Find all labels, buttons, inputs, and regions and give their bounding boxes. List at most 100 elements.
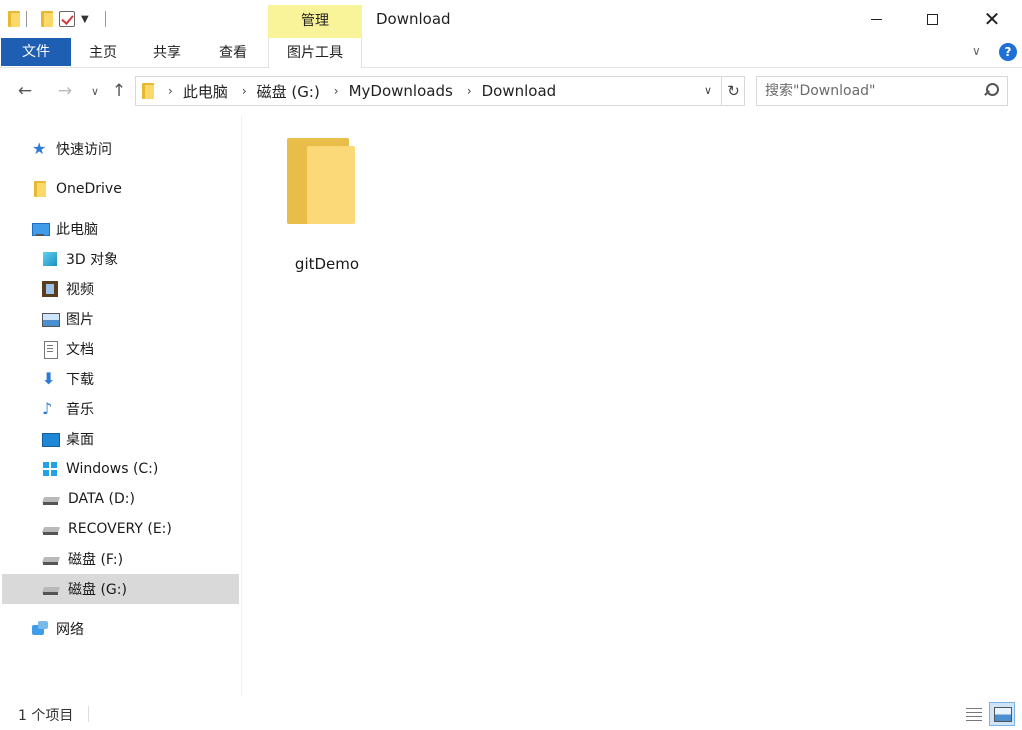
sidebar-item-label: 磁盘 (G:) bbox=[68, 582, 127, 598]
document-icon bbox=[42, 341, 58, 359]
desktop-icon bbox=[42, 431, 60, 447]
sidebar-item-label: Windows (C:) bbox=[66, 461, 159, 477]
back-button[interactable]: ← bbox=[14, 80, 36, 102]
sidebar-item-label: 磁盘 (F:) bbox=[68, 552, 124, 568]
sidebar-item-label: OneDrive bbox=[56, 181, 122, 197]
sidebar-item-label: 图片 bbox=[66, 312, 94, 328]
toolbar-divider bbox=[104, 11, 106, 27]
search-box[interactable] bbox=[756, 76, 1008, 106]
tab-home[interactable]: 主页 bbox=[86, 38, 120, 68]
details-view-icon[interactable] bbox=[964, 705, 984, 723]
toolbar-divider bbox=[26, 11, 27, 27]
refresh-button[interactable]: ↻ bbox=[721, 77, 745, 105]
sidebar-item-documents[interactable]: 文档 bbox=[42, 334, 240, 364]
address-bar[interactable]: › 此电脑 › 磁盘 (G:) › MyDownloads › Download… bbox=[135, 76, 745, 106]
tab-picture-tools[interactable]: 图片工具 bbox=[268, 38, 362, 68]
properties-icon[interactable] bbox=[59, 11, 75, 27]
sidebar-item-label: 3D 对象 bbox=[66, 252, 119, 268]
sidebar-item-drive-d[interactable]: DATA (D:) bbox=[42, 484, 240, 514]
drive-icon bbox=[42, 491, 60, 507]
up-button[interactable]: ↑ bbox=[108, 80, 130, 102]
folder-icon bbox=[32, 181, 48, 197]
breadcrumb-this-pc[interactable]: 此电脑 bbox=[183, 81, 228, 102]
folder-icon bbox=[287, 138, 359, 228]
download-icon: ⬇ bbox=[42, 369, 56, 388]
sidebar-item-drive-g[interactable]: 磁盘 (G:) bbox=[2, 574, 239, 604]
title-bar: ▼ 管理 Download ✕ bbox=[0, 0, 1022, 38]
tab-file[interactable]: 文件 bbox=[1, 38, 71, 66]
cube-icon bbox=[42, 251, 58, 267]
sidebar-item-3d-objects[interactable]: 3D 对象 bbox=[42, 244, 240, 274]
sidebar-item-label: DATA (D:) bbox=[68, 491, 135, 507]
sidebar-item-quick-access[interactable]: ★ 快速访问 bbox=[32, 134, 240, 164]
sidebar-item-network[interactable]: 网络 bbox=[32, 614, 240, 644]
sidebar-item-label: 音乐 bbox=[66, 402, 94, 418]
close-icon: ✕ bbox=[983, 7, 1001, 31]
large-icons-view-icon[interactable] bbox=[989, 702, 1015, 726]
item-count: 1 个项目 bbox=[18, 708, 74, 724]
status-divider bbox=[88, 706, 89, 722]
customize-toolbar-dropdown-icon[interactable]: ▼ bbox=[81, 14, 89, 25]
sidebar-item-label: 桌面 bbox=[66, 432, 94, 448]
new-folder-icon[interactable] bbox=[41, 11, 53, 27]
drive-icon bbox=[42, 521, 60, 537]
minimize-icon bbox=[870, 18, 882, 20]
sidebar-item-this-pc[interactable]: 此电脑 bbox=[32, 214, 240, 244]
close-button[interactable]: ✕ bbox=[962, 0, 1022, 38]
tab-view[interactable]: 查看 bbox=[216, 38, 250, 68]
search-icon[interactable] bbox=[983, 83, 999, 97]
window-title: Download bbox=[376, 10, 451, 28]
windows-drive-icon bbox=[42, 461, 58, 477]
sidebar-item-label: 文档 bbox=[66, 342, 94, 358]
sidebar-item-music[interactable]: ♪ 音乐 bbox=[42, 394, 240, 424]
forward-button[interactable]: → bbox=[54, 80, 76, 102]
sidebar-item-drive-f[interactable]: 磁盘 (F:) bbox=[42, 544, 240, 574]
sidebar-item-downloads[interactable]: ⬇ 下载 bbox=[42, 364, 240, 394]
chevron-right-icon[interactable]: › bbox=[168, 84, 173, 98]
sidebar-item-drive-c[interactable]: Windows (C:) bbox=[42, 454, 240, 484]
navigation-bar: ← → ∨ ↑ › 此电脑 › 磁盘 (G:) › MyDownloads › … bbox=[0, 70, 1022, 112]
chevron-right-icon[interactable]: › bbox=[242, 84, 247, 98]
picture-icon bbox=[42, 311, 60, 327]
pane-divider[interactable] bbox=[241, 116, 242, 696]
sidebar-item-label: 此电脑 bbox=[56, 222, 98, 238]
sidebar-item-pictures[interactable]: 图片 bbox=[42, 304, 240, 334]
sidebar-item-label: 网络 bbox=[56, 622, 84, 638]
breadcrumb-mydownloads[interactable]: MyDownloads bbox=[349, 82, 453, 100]
quick-access-toolbar: ▼ bbox=[8, 8, 106, 30]
breadcrumb-download[interactable]: Download bbox=[482, 82, 557, 100]
network-icon bbox=[32, 621, 48, 637]
help-icon[interactable]: ? bbox=[999, 43, 1017, 61]
drive-icon bbox=[42, 551, 60, 567]
maximize-icon bbox=[926, 13, 938, 25]
chevron-right-icon[interactable]: › bbox=[467, 84, 472, 98]
navigation-pane: ★ 快速访问 OneDrive 此电脑 3D 对象 视频 图片 文档 ⬇ 下载 … bbox=[0, 116, 242, 696]
recent-locations-button[interactable]: ∨ bbox=[84, 80, 106, 102]
computer-icon bbox=[32, 221, 50, 237]
folder-name: gitDemo bbox=[294, 255, 360, 273]
drive-icon bbox=[42, 581, 60, 597]
sidebar-item-desktop[interactable]: 桌面 bbox=[42, 424, 240, 454]
manage-tab[interactable]: 管理 bbox=[268, 5, 362, 38]
ribbon-tab-bar: 文件 主页 共享 查看 图片工具 ∨ ? bbox=[0, 38, 1022, 68]
sidebar-item-label: 视频 bbox=[66, 282, 94, 298]
folder-icon bbox=[142, 83, 154, 99]
folder-item[interactable]: gitDemo bbox=[279, 132, 375, 273]
address-history-dropdown-icon[interactable]: ∨ bbox=[704, 84, 712, 97]
expand-ribbon-icon[interactable]: ∨ bbox=[972, 44, 981, 58]
maximize-button[interactable] bbox=[902, 0, 962, 38]
sidebar-item-onedrive[interactable]: OneDrive bbox=[32, 174, 240, 204]
file-list-pane[interactable]: gitDemo bbox=[243, 116, 1022, 696]
folder-icon[interactable] bbox=[8, 11, 20, 27]
status-bar: 1 个项目 bbox=[0, 698, 1022, 730]
tab-share[interactable]: 共享 bbox=[150, 38, 184, 68]
sidebar-item-label: 下载 bbox=[66, 372, 94, 388]
search-input[interactable] bbox=[757, 77, 975, 105]
chevron-right-icon[interactable]: › bbox=[334, 84, 339, 98]
music-icon: ♪ bbox=[42, 399, 53, 418]
breadcrumb-drive-g[interactable]: 磁盘 (G:) bbox=[257, 81, 320, 102]
sidebar-item-label: RECOVERY (E:) bbox=[68, 521, 172, 537]
sidebar-item-drive-e[interactable]: RECOVERY (E:) bbox=[42, 514, 240, 544]
minimize-button[interactable] bbox=[846, 0, 906, 38]
sidebar-item-videos[interactable]: 视频 bbox=[42, 274, 240, 304]
